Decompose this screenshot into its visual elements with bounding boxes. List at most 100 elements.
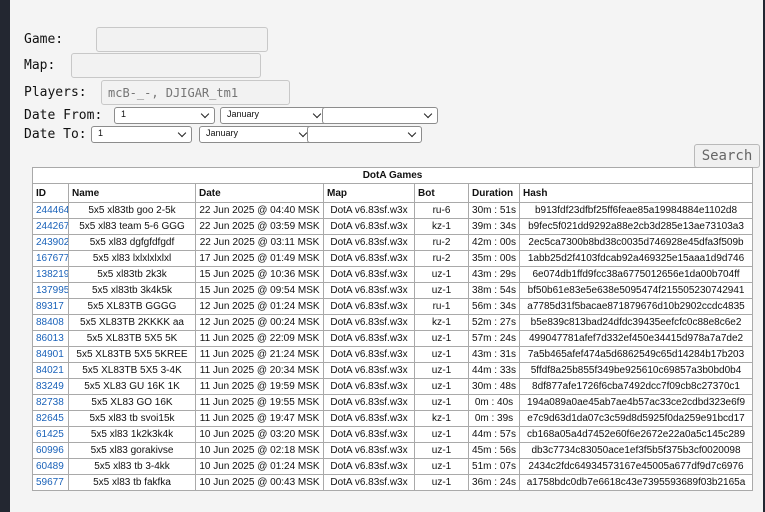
cell-name: 5x5 XL83TB 2KKKK aa (68, 314, 196, 331)
cell-hash: bf50b61e83e5e638e5095474f215505230742941 (518, 282, 754, 299)
cell-hash: 499047781afef7d332ef450e34415d978a7a7de2 (518, 330, 754, 347)
game-id-link[interactable]: 60489 (36, 461, 64, 472)
cell-duration: 43m : 31s (468, 346, 520, 363)
game-id-link[interactable]: 244267 (36, 221, 68, 232)
date-to-label: Date To: (24, 127, 87, 142)
game-id-link[interactable]: 137995 (36, 285, 68, 296)
to-day-value: 1 (98, 128, 104, 138)
cell-id: 60489 (32, 458, 69, 475)
from-month-value: January (227, 109, 260, 119)
from-day-select[interactable]: 1 (114, 107, 215, 124)
table-row: 60996 5x5 xl83 gorakivse 10 Jun 2025 @ 02:… (32, 442, 754, 459)
chevron-down-icon (407, 128, 417, 138)
game-id-link[interactable]: 89317 (36, 301, 64, 312)
cell-name: 5x5 xl83tb 3k4k5k (68, 282, 196, 299)
game-label: Game: (24, 32, 64, 47)
to-day-select[interactable]: 1 (91, 126, 192, 143)
cell-id: 61425 (32, 426, 69, 443)
cell-id: 86013 (32, 330, 69, 347)
cell-name: 5x5 xl83 tb svoi15k (68, 410, 196, 427)
cell-duration: 36m : 24s (468, 474, 520, 491)
table-row: 244464 5x5 xl83tb goo 2-5k 22 Jun 2025 @ 0… (32, 202, 754, 219)
table-row: 89317 5x5 XL83TB GGGG 12 Jun 2025 @ 01:24 … (32, 298, 754, 315)
table-row: 60489 5x5 xl83 tb 3-4kk 10 Jun 2025 @ 01:2… (32, 458, 754, 475)
game-input[interactable] (96, 27, 268, 52)
date-from-label: Date From: (24, 108, 103, 123)
to-month-select[interactable]: January (199, 126, 313, 143)
cell-bot: kz-1 (414, 218, 469, 235)
game-id-link[interactable]: 59677 (36, 477, 64, 488)
cell-bot: kz-1 (414, 314, 469, 331)
cell-duration: 44m : 57s (468, 426, 520, 443)
cell-bot: ru-2 (414, 250, 469, 267)
cell-duration: 45m : 56s (468, 442, 520, 459)
table-row: 244267 5x5 xl83 team 5-6 GGG 22 Jun 2025 @… (32, 218, 754, 235)
cell-date: 22 Jun 2025 @ 03:11 MSK (195, 234, 324, 251)
game-id-link[interactable]: 60996 (36, 445, 64, 456)
game-id-link[interactable]: 83249 (36, 381, 64, 392)
cell-hash: 6e074db1ffd9fcc38a6775012656e1da00b704ff (518, 266, 754, 283)
cell-duration: 30m : 51s (468, 202, 520, 219)
cell-id: 84901 (32, 346, 69, 363)
cell-duration: 39m : 34s (468, 218, 520, 235)
cell-name: 5x5 xl83tb goo 2-5k (68, 202, 196, 219)
game-id-link[interactable]: 243902 (36, 237, 68, 248)
game-id-link[interactable]: 88408 (36, 317, 64, 328)
cell-id: 137995 (32, 282, 69, 299)
cell-name: 5x5 XL83TB 5X5 5KREE (68, 346, 196, 363)
cell-duration: 51m : 07s (468, 458, 520, 475)
cell-name: 5x5 XL83TB 5X5 5K (68, 330, 196, 347)
table-row: 84901 5x5 XL83TB 5X5 5KREE 11 Jun 2025 @ 2… (32, 346, 754, 363)
game-id-link[interactable]: 138219 (36, 269, 68, 280)
cell-bot: uz-1 (414, 378, 469, 395)
game-id-link[interactable]: 86013 (36, 333, 64, 344)
game-id-link[interactable]: 84901 (36, 349, 64, 360)
game-id-link[interactable]: 167677 (36, 253, 68, 264)
game-id-link[interactable]: 61425 (36, 429, 64, 440)
table-header-row: ID Name Date Map Bot Duration Hash (32, 183, 754, 203)
header-hash: Hash (518, 183, 754, 203)
cell-hash: a1758bdc0db7e6618c43e7395593689f03b2165a (518, 474, 754, 491)
cell-date: 12 Jun 2025 @ 01:24 MSK (195, 298, 324, 315)
cell-duration: 0m : 40s (468, 394, 520, 411)
cell-duration: 35m : 00s (468, 250, 520, 267)
cell-bot: uz-1 (414, 442, 469, 459)
game-id-link[interactable]: 82738 (36, 397, 64, 408)
table-row: 138219 5x5 xl83tb 2k3k 15 Jun 2025 @ 10:36… (32, 266, 754, 283)
game-id-link[interactable]: 84021 (36, 365, 64, 376)
cell-bot: ru-1 (414, 298, 469, 315)
cell-id: 88408 (32, 314, 69, 331)
chevron-down-icon (177, 128, 187, 138)
cell-bot: uz-1 (414, 458, 469, 475)
cell-duration: 30m : 48s (468, 378, 520, 395)
cell-bot: uz-1 (414, 394, 469, 411)
chevron-down-icon (298, 128, 308, 138)
cell-hash: 8df877afe1726f6cba7492dcc7f09cb8c27370c1 (518, 378, 754, 395)
cell-hash: 1abb25d2f4103fdcab92a469325e15aaa1d9d746 (518, 250, 754, 267)
from-month-select[interactable]: January (220, 107, 327, 124)
players-input[interactable] (101, 80, 290, 105)
game-id-link[interactable]: 82645 (36, 413, 64, 424)
cell-map: DotA v6.83sf.w3x (323, 394, 415, 411)
map-input[interactable] (71, 53, 261, 78)
cell-id: 89317 (32, 298, 69, 315)
cell-date: 15 Jun 2025 @ 09:54 MSK (195, 282, 324, 299)
cell-date: 11 Jun 2025 @ 19:59 MSK (195, 378, 324, 395)
cell-hash: 2434c2fdc64934573167e45005a677df9d7c6976 (518, 458, 754, 475)
cell-name: 5x5 XL83 GU 16K 1K (68, 378, 196, 395)
search-button[interactable]: Search (694, 144, 760, 168)
cell-bot: uz-1 (414, 362, 469, 379)
cell-id: 82738 (32, 394, 69, 411)
cell-date: 12 Jun 2025 @ 00:24 MSK (195, 314, 324, 331)
chevron-down-icon (312, 109, 322, 119)
cell-hash: 7a5b465afef474a5d6862549c65d14284b17b203 (518, 346, 754, 363)
cell-duration: 57m : 24s (468, 330, 520, 347)
to-year-select[interactable] (307, 126, 422, 143)
cell-date: 11 Jun 2025 @ 20:34 MSK (195, 362, 324, 379)
map-label: Map: (24, 58, 56, 73)
header-name: Name (68, 183, 196, 203)
cell-name: 5x5 xl83 lxlxlxlxlxl (68, 250, 196, 267)
cell-bot: uz-1 (414, 426, 469, 443)
from-year-select[interactable] (322, 107, 438, 124)
game-id-link[interactable]: 244464 (36, 205, 68, 216)
